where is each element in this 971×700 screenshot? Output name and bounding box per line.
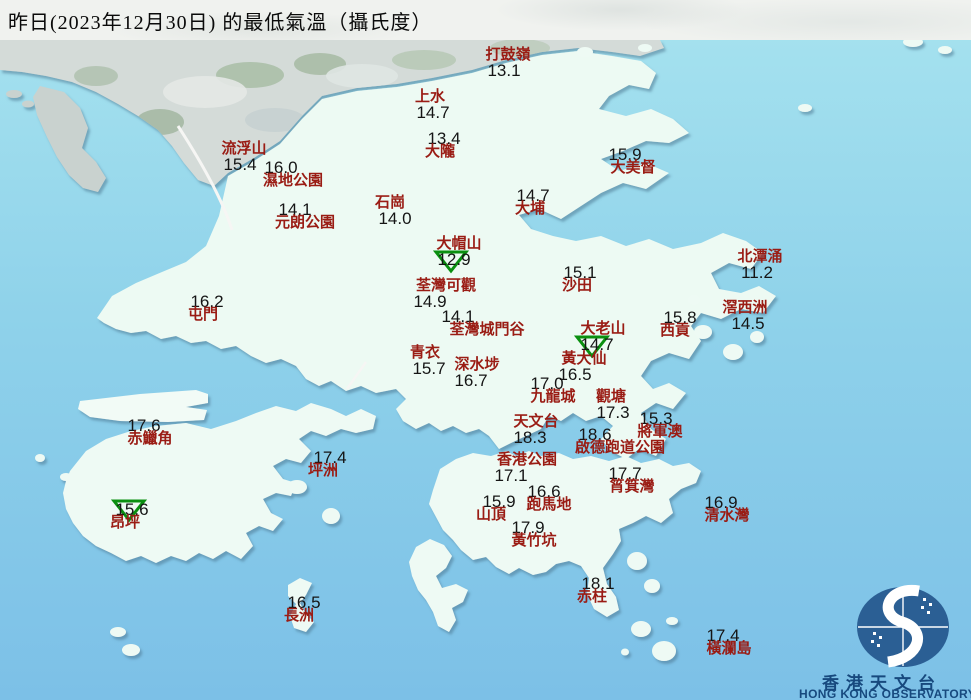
title-band: 昨日(2023年12月30日) 的最低氣溫（攝氏度） — [0, 0, 971, 40]
hko-logo-en: HONG KONG OBSERVATORY — [799, 687, 971, 700]
hko-logo-emblem — [857, 584, 949, 668]
map-title: 昨日(2023年12月30日) 的最低氣溫（攝氏度） — [8, 11, 433, 34]
hko-logo: 香港天文台 HONG KONG OBSERVATORY — [793, 570, 971, 700]
hko-min-temperature-map: 昨日(2023年12月30日) 的最低氣溫（攝氏度） 13.1 打鼓嶺 14.7 上水… — [0, 0, 971, 700]
